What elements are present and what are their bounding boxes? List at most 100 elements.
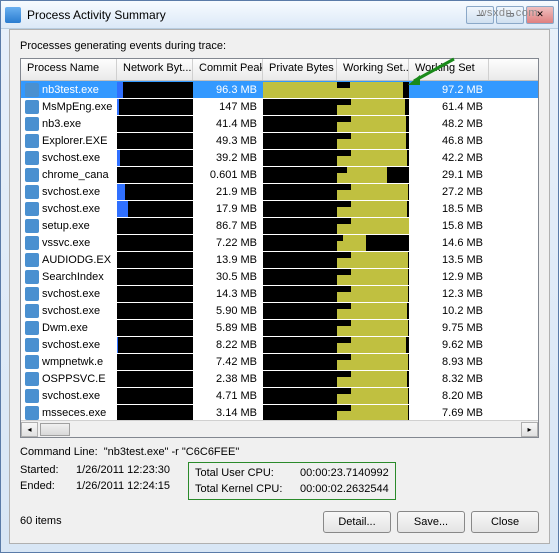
process-icon xyxy=(25,117,39,131)
table-row[interactable]: AUDIODG.EX13.9 MB13.5 MB xyxy=(21,251,538,268)
cell-network-graph xyxy=(117,235,193,251)
cell-working-set: 9.75 MB xyxy=(409,319,489,336)
cell-process-name: SearchIndex xyxy=(21,268,117,285)
process-icon xyxy=(25,355,39,369)
cell-working-set-graph xyxy=(337,82,409,98)
cell-working-set: 29.1 MB xyxy=(409,166,489,183)
kernel-cpu-label: Total Kernel CPU: xyxy=(195,483,290,495)
cell-working-set: 13.5 MB xyxy=(409,251,489,268)
watermark-text: wsxdn.com xyxy=(478,7,538,19)
cell-process-name: Explorer.EXE xyxy=(21,132,117,149)
titlebar[interactable]: Process Activity Summary ─ ▭ ✕ xyxy=(1,1,558,29)
cell-private-bytes-graph xyxy=(263,405,337,421)
cell-working-set: 10.2 MB xyxy=(409,302,489,319)
cell-commit-peak: 30.5 MB xyxy=(193,268,263,285)
table-row[interactable]: OSPPSVC.E2.38 MB8.32 MB xyxy=(21,370,538,387)
save-button[interactable]: Save... xyxy=(397,511,465,533)
cell-network-graph xyxy=(117,218,193,234)
table-row[interactable]: msseces.exe3.14 MB7.69 MB xyxy=(21,404,538,420)
cell-working-set-graph xyxy=(337,218,409,234)
horizontal-scrollbar[interactable]: ◂ ▸ xyxy=(21,420,538,437)
table-row[interactable]: Dwm.exe5.89 MB9.75 MB xyxy=(21,319,538,336)
cell-working-set-graph xyxy=(337,252,409,268)
col-commit-peak[interactable]: Commit Peak xyxy=(193,59,263,80)
scroll-thumb[interactable] xyxy=(40,423,70,436)
cell-working-set-graph xyxy=(337,235,409,251)
cell-private-bytes-graph xyxy=(263,388,337,404)
started-label: Started: xyxy=(20,464,70,476)
table-row[interactable]: chrome_cana0.601 MB29.1 MB xyxy=(21,166,538,183)
cell-network-graph xyxy=(117,201,193,217)
table-row[interactable]: svchost.exe5.90 MB10.2 MB xyxy=(21,302,538,319)
cell-working-set-graph xyxy=(337,337,409,353)
col-process-name[interactable]: Process Name xyxy=(21,59,117,80)
detail-button[interactable]: Detail... xyxy=(323,511,391,533)
cell-commit-peak: 21.9 MB xyxy=(193,183,263,200)
cell-network-graph xyxy=(117,354,193,370)
scroll-left-button[interactable]: ◂ xyxy=(21,422,38,437)
ended-label: Ended: xyxy=(20,480,70,492)
cell-network-graph xyxy=(117,99,193,115)
cell-network-graph xyxy=(117,150,193,166)
col-private-bytes[interactable]: Private Bytes xyxy=(263,59,337,80)
col-working-set-graph[interactable]: Working Set... xyxy=(337,59,409,80)
table-row[interactable]: svchost.exe4.71 MB8.20 MB xyxy=(21,387,538,404)
process-icon xyxy=(25,406,39,420)
cell-private-bytes-graph xyxy=(263,354,337,370)
table-row[interactable]: setup.exe86.7 MB15.8 MB xyxy=(21,217,538,234)
cell-process-name: svchost.exe xyxy=(21,200,117,217)
cell-process-name: setup.exe xyxy=(21,217,117,234)
cell-working-set-graph xyxy=(337,133,409,149)
table-row[interactable]: nb3test.exe96.3 MB97.2 MB xyxy=(21,81,538,98)
cell-working-set: 15.8 MB xyxy=(409,217,489,234)
table-row[interactable]: svchost.exe39.2 MB42.2 MB xyxy=(21,149,538,166)
process-icon xyxy=(25,202,39,216)
table-row[interactable]: svchost.exe 8.22 MB 9.62 MB xyxy=(21,336,538,353)
cell-working-set: 12.3 MB xyxy=(409,285,489,302)
cell-process-name: vssvc.exe xyxy=(21,234,117,251)
cell-process-name: svchost.exe xyxy=(21,336,117,353)
cell-working-set: 12.9 MB xyxy=(409,268,489,285)
table-row[interactable]: svchost.exe17.9 MB18.5 MB xyxy=(21,200,538,217)
cell-network-graph xyxy=(117,184,193,200)
window-title: Process Activity Summary xyxy=(27,8,466,22)
grid-body[interactable]: nb3test.exe96.3 MB97.2 MBMsMpEng.exe147 … xyxy=(21,81,538,420)
cell-commit-peak: 39.2 MB xyxy=(193,149,263,166)
cell-commit-peak: 8.22 MB xyxy=(193,336,263,353)
cell-process-name: OSPPSVC.E xyxy=(21,370,117,387)
cell-process-name: chrome_cana xyxy=(21,166,117,183)
table-row[interactable]: vssvc.exe7.22 MB14.6 MB xyxy=(21,234,538,251)
cell-private-bytes-graph xyxy=(263,167,337,183)
cell-working-set-graph xyxy=(337,184,409,200)
table-row[interactable]: Explorer.EXE49.3 MB46.8 MB xyxy=(21,132,538,149)
command-line-value: "nb3test.exe" -r "C6C6FEE" xyxy=(104,446,239,458)
cell-network-graph xyxy=(117,337,193,353)
cell-network-graph xyxy=(117,388,193,404)
cell-private-bytes-graph xyxy=(263,286,337,302)
cell-commit-peak: 96.3 MB xyxy=(193,81,263,98)
cell-working-set: 8.32 MB xyxy=(409,370,489,387)
table-row[interactable]: svchost.exe21.9 MB27.2 MB xyxy=(21,183,538,200)
table-row[interactable]: MsMpEng.exe147 MB61.4 MB xyxy=(21,98,538,115)
table-row[interactable]: nb3.exe41.4 MB48.2 MB xyxy=(21,115,538,132)
close-dialog-button[interactable]: Close xyxy=(471,511,539,533)
cell-working-set-graph xyxy=(337,201,409,217)
col-working-set[interactable]: Working Set xyxy=(409,59,489,80)
process-icon xyxy=(25,185,39,199)
cell-working-set-graph xyxy=(337,371,409,387)
ended-value: 1/26/2011 12:24:15 xyxy=(76,480,170,492)
process-grid[interactable]: Process Name Network Byt... Commit Peak … xyxy=(20,58,539,438)
cell-working-set: 9.62 MB xyxy=(409,336,489,353)
table-row[interactable]: svchost.exe14.3 MB12.3 MB xyxy=(21,285,538,302)
cell-private-bytes-graph xyxy=(263,371,337,387)
cell-network-graph xyxy=(117,82,193,98)
scroll-right-button[interactable]: ▸ xyxy=(521,422,538,437)
cell-working-set: 8.93 MB xyxy=(409,353,489,370)
process-icon xyxy=(25,219,39,233)
table-row[interactable]: SearchIndex 30.5 MB 12.9 MB xyxy=(21,268,538,285)
cell-working-set-graph xyxy=(337,269,409,285)
cell-commit-peak: 17.9 MB xyxy=(193,200,263,217)
cell-process-name: svchost.exe xyxy=(21,302,117,319)
table-row[interactable]: wmpnetwk.e7.42 MB8.93 MB xyxy=(21,353,538,370)
col-network-bytes[interactable]: Network Byt... xyxy=(117,59,193,80)
